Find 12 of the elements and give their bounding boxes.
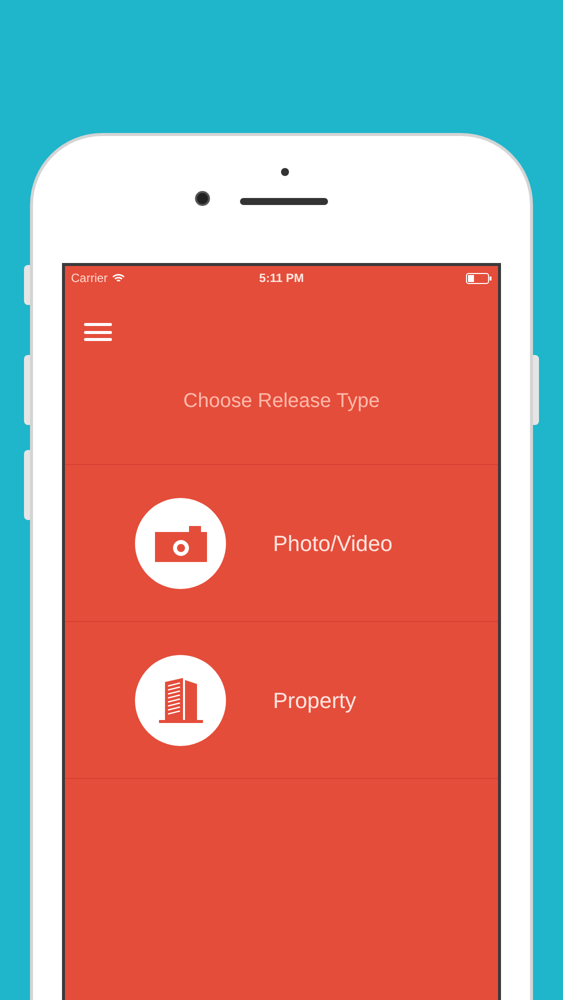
release-option[interactable]: Photo/Video [65, 465, 498, 622]
front-sensor [281, 168, 289, 176]
option-label: Property [273, 686, 356, 715]
battery-icon [466, 272, 492, 284]
release-option[interactable]: Property [65, 622, 498, 779]
menu-icon[interactable] [84, 322, 112, 342]
option-label: Photo/Video [273, 530, 392, 558]
wifi-icon [112, 273, 125, 283]
building-icon [156, 676, 204, 724]
carrier-label: Carrier [71, 270, 108, 287]
status-time: 5:11 PM [259, 270, 304, 287]
page-title: Choose Release Type [183, 389, 380, 414]
